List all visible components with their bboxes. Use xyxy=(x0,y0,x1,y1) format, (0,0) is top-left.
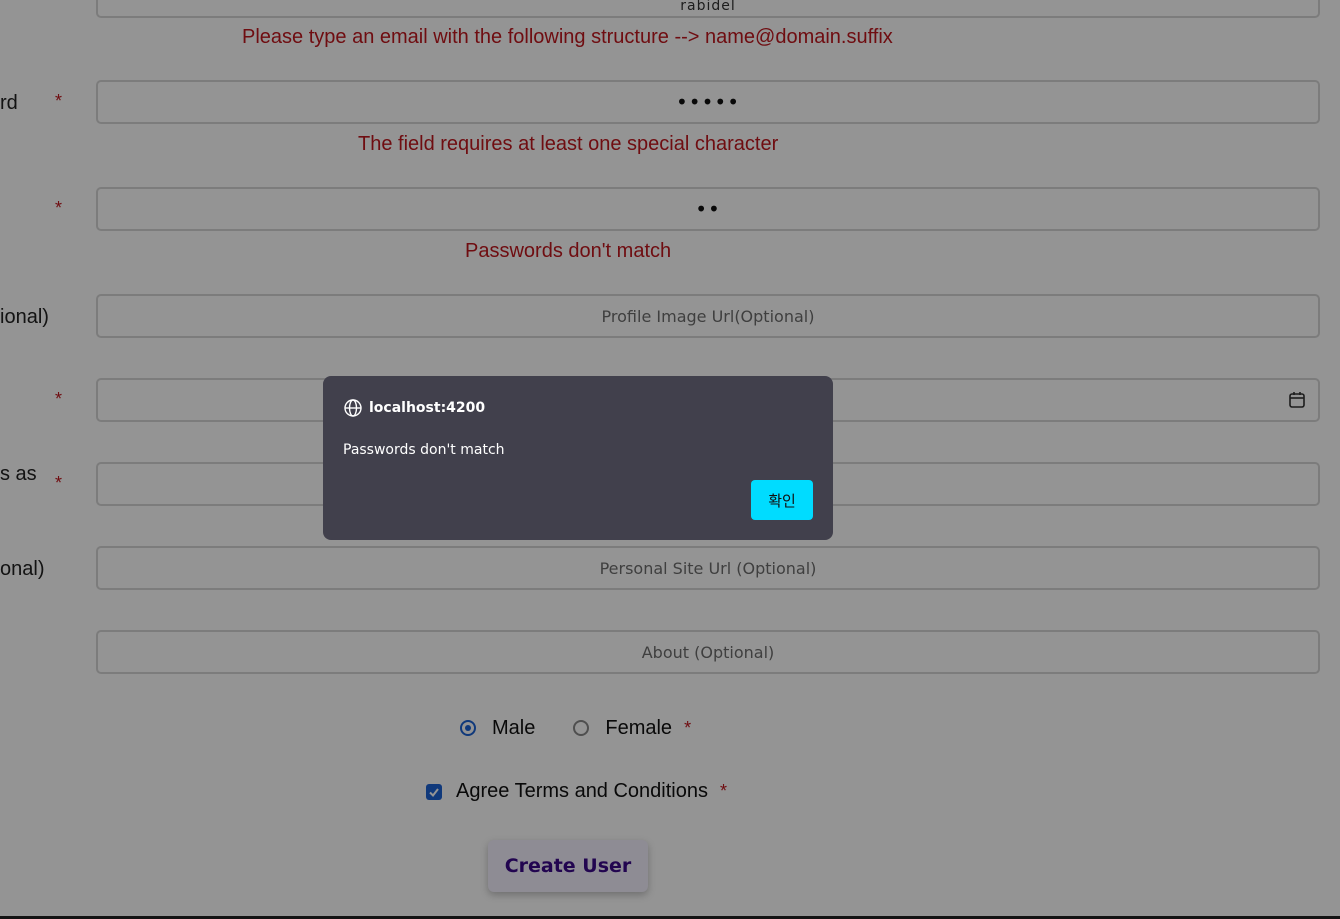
globe-icon xyxy=(344,399,362,417)
alert-dialog: localhost:4200 Passwords don't match 확인 xyxy=(323,376,833,540)
dialog-message: Passwords don't match xyxy=(343,442,505,458)
dialog-ok-button[interactable]: 확인 xyxy=(751,480,813,520)
dialog-origin: localhost:4200 xyxy=(343,398,485,418)
dialog-origin-text: localhost:4200 xyxy=(369,400,486,416)
